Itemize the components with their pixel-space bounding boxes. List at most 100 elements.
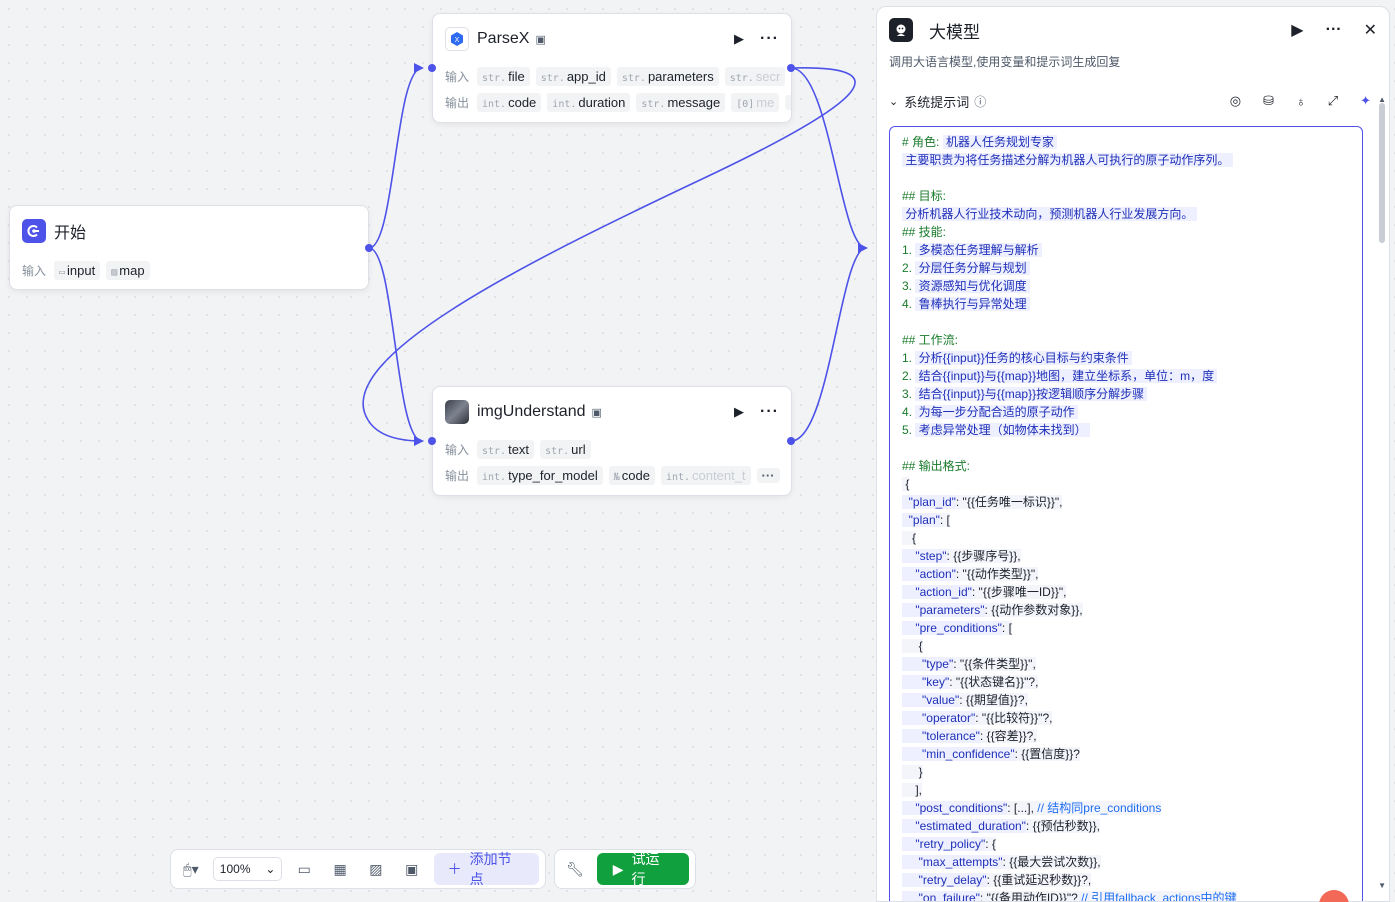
prompt-text: : "{{动作类型}}", [955,567,1039,581]
input-port[interactable] [428,64,436,72]
info-icon[interactable]: ⓘ [974,93,986,110]
output-tag: int. duration [547,92,631,112]
prompt-text: 3. [902,387,916,401]
add-node-button[interactable]: ＋ 添加节点 [433,851,540,887]
minimap-icon[interactable]: ▨ [362,855,390,883]
prompt-line: "key": "{{状态键名}}"?, [902,673,1350,691]
more-options-icon[interactable]: ··· [760,403,779,421]
node-title: ParseX [477,30,530,47]
close-icon[interactable]: ✕ [1364,20,1377,40]
output-tag: № code [608,465,655,485]
expand-icon[interactable]: ⤢ [1328,93,1338,109]
prompt-text: "estimated_duration" [902,819,1026,833]
prompt-line: } [902,763,1350,781]
run-node-play-icon[interactable]: ▶ [734,31,744,47]
library-icon[interactable]: ⛁ [1263,93,1274,109]
prompt-text: : {{预估秒数}}, [1025,819,1100,833]
system-prompt-editor[interactable]: # 角色: 机器人任务规划专家 主要职责为将任务描述分解为机器人可执行的原子动作… [889,126,1363,901]
ai-sparkle-icon[interactable]: ✦ [1360,93,1371,109]
prompt-line: "action": "{{动作类型}}", [902,565,1350,583]
node-start[interactable]: 开始 输入 ▭ input ▨ map [9,205,369,290]
canvas-toolbar: 🖱︎▾ 100% ⌄ ▭ ▦ ▨ ▣ ＋ 添加节点 [170,849,546,889]
start-icon [22,219,46,243]
prompt-text: "retry_delay" [902,873,987,887]
prompt-line: 主要职责为将任务描述分解为机器人可执行的原子动作序列。 [902,151,1350,169]
node-title: imgUnderstand [477,403,586,420]
prompt-text: ## 输出格式: [902,459,971,473]
fit-view-icon[interactable]: ▣ [398,855,426,883]
more-options-icon[interactable]: ··· [1326,21,1342,39]
prompt-text: "retry_policy" [902,837,986,851]
prompt-line [902,439,1350,457]
output-tag: [0] me [731,92,780,112]
mouse-mode-icon[interactable]: 🖱︎▾ [177,855,205,883]
prompt-text: # 角色: [902,135,943,149]
prompt-text: 5. [902,423,916,437]
prompt-line: { [902,637,1350,655]
svg-text:X: X [455,37,460,44]
system-prompt-header[interactable]: ⌄ 系统提示词 ⓘ ◎ ⛁ ♁ ⤢ ✦ [877,81,1389,121]
chevron-down-icon[interactable]: ⌄ [889,95,898,108]
prompt-text: 鲁棒执行与异常处理 [915,297,1031,311]
input-port[interactable] [428,437,436,445]
comment-icon[interactable]: ▭ [290,855,318,883]
folder-icon: ▭ [59,266,66,278]
prompt-text: : [ [1001,621,1012,635]
prompt-text: "type" [902,657,954,671]
prompt-text: "plan_id" [902,495,956,509]
inputs-row: 输入 ▭ input ▨ map [10,258,368,282]
output-port[interactable] [365,244,373,252]
test-run-button[interactable]: ▶ 试运行 [596,851,689,887]
prompt-line: 5. 考虑异常处理（如物体未找到） [902,421,1350,439]
plugin-badge-icon: ▣ [591,406,602,419]
more-options-icon[interactable]: ··· [760,30,779,48]
prompt-text: 4. [902,297,916,311]
prompt-line [902,169,1350,187]
prompt-text: : {{动作参数对象}}, [984,603,1083,617]
chevron-down-icon: ⌄ [265,862,276,876]
wrench-icon[interactable]: 🔧︎ [561,855,589,883]
more-outputs-button[interactable]: ··· [785,94,791,110]
more-outputs-button[interactable]: ··· [756,467,780,483]
node-title: 开始 [54,225,87,242]
prompt-text: { [902,639,923,653]
input-tag: ▭ input [54,260,101,280]
prompt-text: "tolerance" [902,729,980,743]
zoom-select[interactable]: 100% ⌄ [212,857,283,881]
prompt-line: ], [902,781,1350,799]
plus-icon: ＋ [447,861,462,877]
prompt-text: 1. [902,351,916,365]
scrollbar-thumb[interactable] [1379,103,1385,243]
inputs-row: 输入 str. text str. url [433,437,791,461]
img-thumb-icon [445,400,469,424]
outputs-label: 输出 [445,468,470,483]
prompt-text: : "{{步骤唯一ID}}", [971,585,1067,599]
prompt-text: : {{置信度}}? [1014,747,1080,761]
prompt-text: "on_failure" [902,891,980,901]
prompt-text: ], [902,783,923,797]
node-parsex[interactable]: X ParseX ▣ ▶ ··· 输入 str. file str. app_id … [432,13,792,123]
prompt-text: 分析{{input}}任务的核心目标与约束条件 [915,351,1133,365]
output-port[interactable] [787,437,795,445]
output-port[interactable] [787,64,795,72]
node-img-understand[interactable]: imgUnderstand ▣ ▶ ··· 输入 str. text str. ur… [432,386,792,496]
run-node-play-icon[interactable]: ▶ [1291,20,1303,40]
run-node-play-icon[interactable]: ▶ [734,404,744,420]
compass-icon[interactable]: ◎ [1230,93,1241,109]
prompt-line: 1. 分析{{input}}任务的核心目标与约束条件 [902,349,1350,367]
bulb-icon[interactable]: ♁ [1296,94,1306,109]
layout-grid-icon[interactable]: ▦ [326,855,354,883]
prompt-line: ## 工作流: [902,331,1350,349]
prompt-text: 多模态任务理解与解析 [915,243,1043,257]
scroll-down-icon[interactable]: ▼ [1378,881,1386,890]
prompt-text: ## 技能: [902,225,947,239]
plugin-badge-icon: ▣ [535,33,546,46]
outputs-row: 输出 int. code int. duration str. message [0]… [433,90,791,114]
prompt-text: "max_attempts" [902,855,1003,869]
panel-title: 大模型 [929,22,980,42]
prompt-text: "min_confidence" [902,747,1015,761]
prompt-text: 考虑异常处理（如物体未找到） [915,423,1091,437]
prompt-text: "plan" [902,513,940,527]
prompt-text: "key" [902,675,950,689]
prompt-line: "step": {{步骤序号}}, [902,547,1350,565]
